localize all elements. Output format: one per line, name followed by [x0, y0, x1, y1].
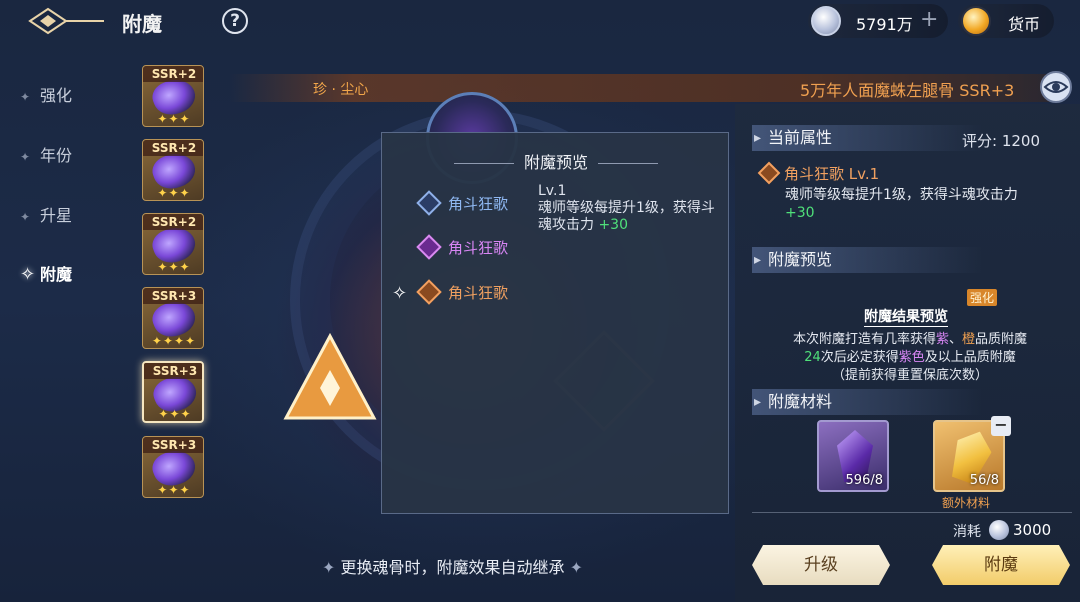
eye-icon [1043, 81, 1069, 93]
diamond-icon [416, 279, 442, 305]
result-text: 次后必定获得 [820, 350, 899, 365]
result-purple: 紫 [935, 332, 949, 347]
tab-enchant[interactable]: ✧ 附魔 [20, 261, 72, 285]
add-currency-button[interactable]: + [920, 7, 938, 32]
card-stars: ✦✦✦ [157, 483, 191, 497]
page-title: 附魔 [122, 12, 162, 36]
material-count: 56/8 [969, 473, 999, 488]
bone-card[interactable]: SSR+3 ✦✦✦ [142, 436, 204, 498]
result-sep: 、 [948, 332, 962, 347]
currency-label: 货币 [1008, 15, 1041, 34]
card-stars: ✦✦✦ [158, 407, 192, 421]
tab-label: 附魔 [40, 265, 73, 284]
attr-desc-text: 魂师等级每提升1级，获得斗魂攻击力 [785, 187, 1018, 203]
card-badge: SSR+2 [143, 66, 203, 82]
card-badge: SSR+2 [143, 214, 203, 230]
tab-label: 强化 [40, 86, 73, 105]
extra-material-label: 额外材料 [942, 496, 991, 510]
result-note: （提前获得重置保底次数） [831, 368, 988, 383]
strengthen-badge: 强化 [967, 289, 998, 306]
diamond-icon [416, 190, 442, 216]
result-preview-title[interactable]: 附魔结果预览 [864, 306, 948, 327]
quality-label: 珍 · 尘心 [313, 82, 369, 98]
star-icon: ✦ [20, 210, 31, 224]
result-text: 及以上品质附魔 [924, 350, 1016, 365]
star-icon: ✦ [20, 150, 31, 164]
view-button[interactable] [1040, 71, 1072, 103]
materials-header: 附魔材料 [752, 389, 982, 415]
enchant-preview-popup: 附魔预览 角斗狂歌 角斗狂歌 ✧ 角斗狂歌 Lv.1 魂师等级每提升1级，获得斗… [381, 132, 729, 514]
card-badge: SSR+2 [143, 140, 203, 156]
bone-card[interactable]: SSR+2 ✦✦✦ [142, 65, 204, 127]
back-icon[interactable] [26, 6, 106, 36]
star-icon: ✧ [20, 264, 36, 285]
bone-card-selected[interactable]: SSR+3 ✦✦✦ [142, 361, 204, 423]
material-slot-purple[interactable]: 596/8 [817, 420, 889, 492]
card-stars: ✦✦✦ [157, 112, 191, 126]
item-name: 5万年人面魔蛛左腿骨 SSR+3 [800, 81, 1015, 100]
enchant-name: 角斗狂歌 [448, 284, 509, 302]
silver-amount: 5791万 [856, 15, 913, 34]
help-button[interactable]: ? [222, 8, 248, 34]
selected-marker-icon: ✧ [392, 283, 408, 304]
tab-strengthen[interactable]: ✦ 强化 [20, 82, 72, 106]
bone-card[interactable]: SSR+3 ✦✦✦✦ [142, 287, 204, 349]
bone-card[interactable]: SSR+2 ✦✦✦ [142, 213, 204, 275]
material-count: 596/8 [845, 473, 883, 488]
header: 附魔 ? 5791万 + 货币 [0, 0, 1080, 44]
result-orange: 橙 [962, 332, 976, 347]
result-purple: 紫色 [898, 350, 925, 365]
attr-bonus: +30 [785, 205, 815, 221]
tab-label: 升星 [40, 206, 73, 225]
diamond-icon [416, 234, 442, 260]
detail-level: Lv.1 [538, 183, 567, 199]
cost-value: 3000 [1013, 521, 1052, 539]
tab-year[interactable]: ✦ 年份 [20, 142, 72, 166]
remove-material-button[interactable]: − [991, 416, 1011, 436]
card-badge: SSR+3 [144, 363, 202, 379]
tab-label: 年份 [40, 146, 73, 165]
gold-coin-icon [961, 6, 991, 36]
detail-bonus: +30 [598, 217, 628, 233]
card-badge: SSR+3 [143, 288, 203, 304]
silver-coin-icon [989, 520, 1009, 540]
sparkle-icon: ✦ [569, 558, 584, 577]
currency-silver: 5791万 + [808, 4, 948, 38]
card-stars: ✦✦✦ [157, 260, 191, 274]
triangle-socket-icon[interactable] [282, 330, 378, 426]
divider [752, 512, 1072, 513]
result-text: 本次附魔打造有几率获得 [792, 332, 936, 347]
popup-title: 附魔预览 [382, 149, 730, 173]
preview-header: 附魔预览 [752, 247, 982, 273]
attr-name: 角斗狂歌 Lv.1 [784, 165, 880, 183]
card-stars: ✦✦✦ [157, 186, 191, 200]
star-icon: ✦ [20, 90, 31, 104]
enchant-name: 角斗狂歌 [448, 195, 509, 213]
result-count: 24 [804, 350, 821, 365]
enchant-button[interactable]: 附魔 [932, 545, 1070, 585]
upgrade-button[interactable]: 升级 [752, 545, 890, 585]
card-badge: SSR+3 [143, 437, 203, 453]
current-attr-header: 当前属性 [752, 125, 982, 151]
enchant-detail: Lv.1 魂师等级每提升1级，获得斗魂攻击力 +30 [538, 183, 718, 234]
enchant-name: 角斗狂歌 [448, 239, 509, 257]
currency-gold[interactable]: 货币 [958, 4, 1054, 38]
cost-label: 消耗 [953, 524, 981, 540]
result-description: 本次附魔打造有几率获得紫、橙品质附魔 24次后必定获得紫色及以上品质附魔 （提前… [770, 331, 1050, 385]
bottom-tip: ✦ 更换魂骨时，附魔效果自动继承 ✦ [322, 554, 583, 578]
attr-desc: 魂师等级每提升1级，获得斗魂攻击力 +30 [785, 186, 1065, 222]
bone-card[interactable]: SSR+2 ✦✦✦ [142, 139, 204, 201]
tab-star-up[interactable]: ✦ 升星 [20, 202, 72, 226]
score: 评分: 1200 [962, 132, 1040, 150]
tip-text: 更换魂骨时，附魔效果自动继承 [340, 558, 565, 577]
sparkle-icon: ✦ [322, 558, 336, 577]
silver-coin-icon [811, 6, 841, 36]
card-stars: ✦✦✦✦ [151, 334, 197, 348]
result-text: 品质附魔 [975, 332, 1028, 347]
